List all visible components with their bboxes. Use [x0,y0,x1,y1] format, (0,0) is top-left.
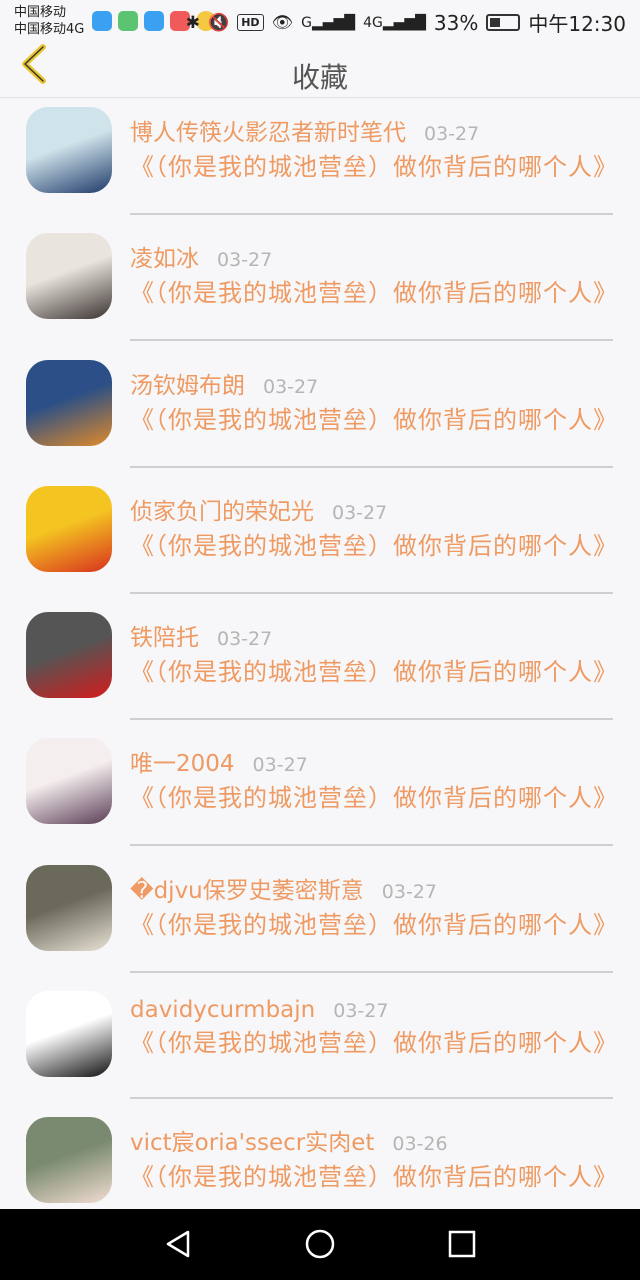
item-content: 博人传筷火影忍者新时笔代 03-27 《（你是我的城池营垒）做你背后的哪个人》 [130,113,618,215]
avatar[interactable] [26,485,112,572]
circle-home-icon [305,1229,335,1259]
item-content: davidycurmbajn 03-27 《（你是我的城池营垒）做你背后的哪个人… [130,997,618,1100]
list-item[interactable]: 博人传筷火影忍者新时笔代 03-27 《（你是我的城池营垒）做你背后的哪个人》 [0,99,640,225]
avatar[interactable] [26,359,112,446]
item-message: 《（你是我的城池营垒）做你背后的哪个人》 [130,1163,618,1192]
item-content: 唯一2004 03-27 《（你是我的城池营垒）做你背后的哪个人》 [130,744,618,847]
battery-icon [486,14,521,31]
avatar[interactable] [26,738,112,825]
user-name[interactable]: �djvu保罗史萎密斯意 [130,871,364,905]
square-recent-icon [448,1230,476,1258]
item-content: 凌如冰 03-27 《（你是我的城池营垒）做你背后的哪个人》 [130,239,618,342]
item-message: 《（你是我的城池营垒）做你背后的哪个人》 [130,405,618,434]
user-name[interactable]: davidycurmbajn [130,997,315,1023]
nav-home-button[interactable] [302,1226,338,1262]
user-name[interactable]: 铁陪托 [130,618,199,652]
system-nav-bar [0,1209,640,1280]
user-name[interactable]: 博人传筷火影忍者新时笔代 [130,113,406,147]
hd-icon: HD [237,14,264,31]
item-message: 《（你是我的城池营垒）做你背后的哪个人》 [130,153,618,181]
item-content: 铁陪托 03-27 《（你是我的城池营垒）做你背后的哪个人》 [130,618,618,721]
mute-icon: 🔇 [208,12,230,33]
battery-percent: 33% [433,10,479,35]
item-date: 03-27 [263,375,319,398]
chat-app-icon [118,11,138,31]
bluetooth-icon: ✱ [185,12,201,33]
nav-back-button[interactable] [160,1226,196,1262]
list-item[interactable]: 唯一2004 03-27 《（你是我的城池营垒）做你背后的哪个人》 [0,730,640,856]
item-message: 《（你是我的城池营垒）做你背后的哪个人》 [130,658,618,687]
item-date: 03-27 [381,880,437,903]
item-date: 03-27 [333,1000,389,1023]
user-name[interactable]: vict宸oria'ssecr实肉et [130,1123,374,1157]
status-right: ✱ 🔇 HD 👁 G▂▄▆█ 4G▂▄▆█ 33% 中午12:30 [186,8,626,37]
item-date: 03-27 [252,754,308,777]
item-message: 《（你是我的城池营垒）做你背后的哪个人》 [130,784,618,813]
item-message: 《（你是我的城池营垒）做你背后的哪个人》 [130,279,618,308]
list-item[interactable]: 侦家负门的荣妃光 03-27 《（你是我的城池营垒）做你背后的哪个人》 [0,478,640,604]
user-name[interactable]: 凌如冰 [130,239,199,273]
user-name[interactable]: 唯一2004 [130,744,235,778]
list-item[interactable]: 汤钦姆布朗 03-27 《（你是我的城池营垒）做你背后的哪个人》 [0,352,640,478]
wifi-app-icon [144,11,164,31]
eye-icon: 👁 [271,12,294,33]
signal-4g-label: 4G [363,14,383,31]
list-item[interactable]: 铁陪托 03-27 《（你是我的城池营垒）做你背后的哪个人》 [0,604,640,730]
signal-4g-icon: 4G▂▄▆█ [363,14,426,31]
item-date: 03-27 [424,123,480,145]
item-message: 《（你是我的城池营垒）做你背后的哪个人》 [130,910,618,939]
avatar[interactable] [26,1117,112,1204]
clock: 中午12:30 [528,12,626,36]
app-header: 收藏 [0,42,640,98]
shield-app-icon [92,11,112,31]
avatar[interactable] [26,233,112,320]
item-content: 侦家负门的荣妃光 03-27 《（你是我的城池营垒）做你背后的哪个人》 [130,492,618,594]
item-content: �djvu保罗史萎密斯意 03-27 《（你是我的城池营垒）做你背后的哪个人》 [130,871,618,973]
carrier-1: 中国移动 [14,5,67,20]
avatar[interactable] [26,864,112,951]
user-name[interactable]: 侦家负门的荣妃光 [130,492,314,526]
item-date: 03-27 [217,249,273,272]
list-item[interactable]: �djvu保罗史萎密斯意 03-27 《（你是我的城池营垒）做你背后的哪个人》 [0,857,640,983]
list-item[interactable]: davidycurmbajn 03-27 《（你是我的城池营垒）做你背后的哪个人… [0,983,640,1109]
carrier-2: 中国移动4G [14,22,85,37]
signal-g-label: G [301,14,312,31]
nav-recent-button[interactable] [444,1226,480,1262]
carrier-info: 中国移动 中国移动4G [14,4,84,38]
list-item[interactable]: vict宸oria'ssecr实肉et 03-26 《（你是我的城池营垒）做你背… [0,1109,640,1209]
item-content: 汤钦姆布朗 03-27 《（你是我的城池营垒）做你背后的哪个人》 [130,366,618,468]
item-message: 《（你是我的城池营垒）做你背后的哪个人》 [130,1029,618,1058]
item-content: vict宸oria'ssecr实肉et 03-26 《（你是我的城池营垒）做你背… [130,1123,618,1209]
avatar[interactable] [26,612,112,699]
avatar[interactable] [26,107,112,193]
page-title: 收藏 [291,61,348,94]
triangle-back-icon [166,1230,190,1258]
avatar[interactable] [26,991,112,1078]
list-item[interactable]: 凌如冰 03-27 《（你是我的城池营垒）做你背后的哪个人》 [0,225,640,351]
item-date: 03-27 [217,628,273,651]
favorites-list[interactable]: 博人传筷火影忍者新时笔代 03-27 《（你是我的城池营垒）做你背后的哪个人》 … [0,99,640,1209]
signal-g-icon: G▂▄▆█ [301,14,356,31]
item-date: 03-27 [332,501,388,524]
status-bar: 中国移动 中国移动4G ✱ 🔇 HD 👁 G▂▄▆█ 4G▂▄▆█ 33% 中午… [0,0,640,42]
item-date: 03-26 [392,1133,448,1156]
item-message: 《（你是我的城池营垒）做你背后的哪个人》 [130,531,618,560]
user-name[interactable]: 汤钦姆布朗 [130,366,245,400]
